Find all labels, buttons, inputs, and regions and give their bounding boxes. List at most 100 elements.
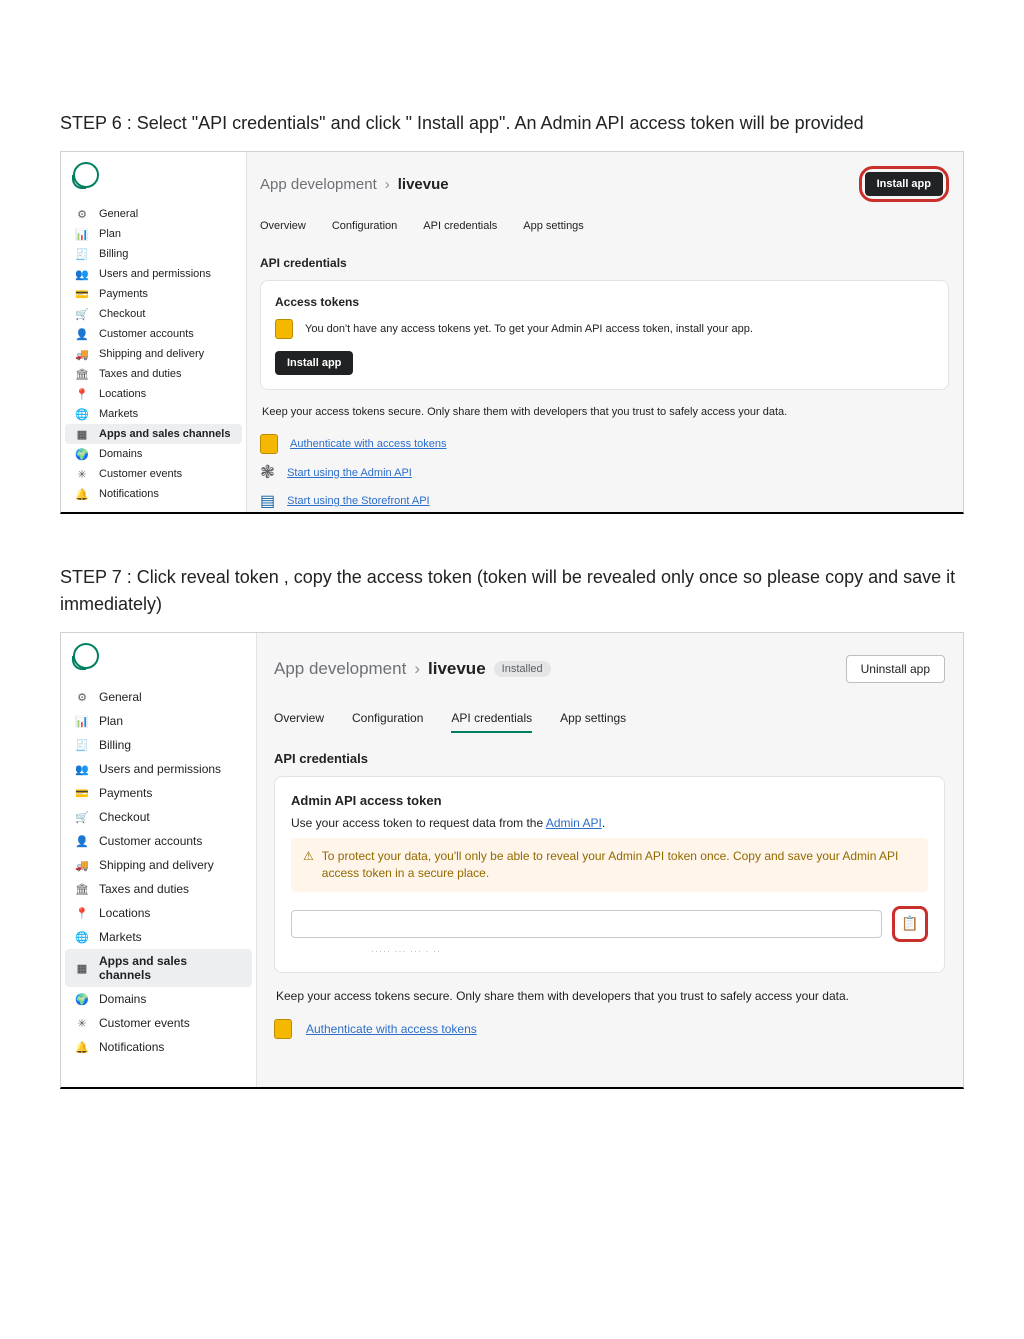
nav-label: Shipping and delivery: [99, 348, 204, 360]
token-icon: [260, 434, 278, 454]
nav-label: Users and permissions: [99, 762, 221, 776]
token-field[interactable]: [291, 910, 882, 938]
breadcrumb: App development › livevue Installed: [274, 659, 551, 679]
nav-icon: 🌐: [75, 407, 89, 421]
nav-label: Markets: [99, 930, 142, 944]
nav-icon: 🌍: [75, 447, 89, 461]
blurred-text: ····· ··· ··· · ··: [371, 946, 928, 956]
link-admin-api-inline[interactable]: Admin API: [546, 816, 602, 830]
card-desc-a: Use your access token to request data fr…: [291, 816, 546, 830]
sidebar-item-notifications[interactable]: 🔔Notifications: [61, 1035, 256, 1059]
install-app-button-card[interactable]: Install app: [275, 351, 353, 375]
nav-label: Checkout: [99, 308, 145, 320]
sidebar-item-general[interactable]: ⚙ General: [61, 685, 256, 709]
sidebar-item-customer-events[interactable]: ✳Customer events: [61, 464, 246, 484]
nav-label: Payments: [99, 786, 152, 800]
warning-text: To protect your data, you'll only be abl…: [322, 848, 916, 882]
sidebar-item-checkout[interactable]: 🛒Checkout: [61, 304, 246, 324]
nav-label: Customer events: [99, 468, 182, 480]
nav-icon: 💳: [75, 786, 89, 800]
sidebar-item-payments[interactable]: 💳 Payments: [61, 781, 256, 805]
sidebar-item-taxes-and-duties[interactable]: 🏛Taxes and duties: [61, 364, 246, 384]
sidebar-item-customer-accounts[interactable]: 👤Customer accounts: [61, 829, 256, 853]
breadcrumb-root[interactable]: App development: [274, 659, 406, 679]
nav-label: Notifications: [99, 488, 159, 500]
nav-label: Payments: [99, 288, 148, 300]
sidebar-item-plan[interactable]: 📊 Plan: [61, 224, 246, 244]
tab-overview[interactable]: Overview: [260, 220, 306, 238]
access-tokens-card: Access tokens You don't have any access …: [260, 280, 949, 390]
sidebar: ⚙General 📊 Plan 🧾Billing👥Users and permissi…: [61, 152, 247, 512]
link-storefront-api[interactable]: Start using the Storefront API: [287, 495, 429, 507]
sidebar-item-plan[interactable]: 📊Plan: [61, 709, 256, 733]
link-authenticate[interactable]: Authenticate with access tokens: [290, 438, 447, 450]
card-desc-b: .: [602, 816, 605, 830]
nav-icon: ⚙: [75, 690, 89, 704]
sidebar-item-checkout[interactable]: 🛒Checkout: [61, 805, 256, 829]
token-icon: [275, 319, 293, 339]
section-title: API credentials: [274, 751, 945, 766]
link-admin-api[interactable]: Start using the Admin API: [287, 467, 412, 479]
sidebar-item-taxes-and-duties[interactable]: 🏛Taxes and duties: [61, 877, 256, 901]
tab-api-credentials[interactable]: API credentials: [423, 220, 497, 238]
sidebar-item-customer-accounts[interactable]: 👤Customer accounts: [61, 324, 246, 344]
sidebar-item-markets[interactable]: 🌐Markets: [61, 404, 246, 424]
sidebar-item-users-and-permissions[interactable]: 👥Users and permissions: [61, 757, 256, 781]
nav-label: Shipping and delivery: [99, 858, 214, 872]
nav-icon: 📊: [75, 714, 89, 728]
nav-label: Users and permissions: [99, 268, 211, 280]
sidebar-item-apps-and-sales-channels[interactable]: ▦Apps and sales channels: [65, 424, 242, 444]
nav-icon: 🔔: [75, 487, 89, 501]
breadcrumb-root[interactable]: App development: [260, 176, 377, 193]
storefront-icon: ▤: [260, 491, 275, 511]
sidebar-item-shipping-and-delivery[interactable]: 🚚Shipping and delivery: [61, 853, 256, 877]
tab-app-settings[interactable]: App settings: [560, 711, 626, 733]
shopify-icon: [73, 162, 99, 188]
nav-label: Plan: [99, 228, 121, 240]
sidebar-item-general[interactable]: ⚙General: [61, 204, 246, 224]
sidebar-item-locations[interactable]: 📍Locations: [61, 901, 256, 925]
nav-label: Checkout: [99, 810, 150, 824]
nav-icon: 📊: [75, 227, 89, 241]
sidebar-item-billing[interactable]: 🧾Billing: [61, 733, 256, 757]
sidebar-item-domains[interactable]: 🌍Domains: [61, 444, 246, 464]
sidebar-item-customer-events[interactable]: ✳Customer events: [61, 1011, 256, 1035]
card-title: Admin API access token: [291, 793, 928, 808]
breadcrumb-app: livevue: [398, 176, 449, 193]
tab-app-settings[interactable]: App settings: [523, 220, 584, 238]
step-7-text: STEP 7 : Click reveal token , copy the a…: [60, 564, 964, 618]
nav-icon: 🚚: [75, 347, 89, 361]
sidebar-item-domains[interactable]: 🌍Domains: [61, 987, 256, 1011]
sidebar-item-billing[interactable]: 🧾Billing: [61, 244, 246, 264]
screenshot-step-7: ⚙ General 📊Plan🧾Billing👥Users and permissi…: [60, 632, 964, 1089]
sidebar-item-users-and-permissions[interactable]: 👥Users and permissions: [61, 264, 246, 284]
card-subhead: Access tokens: [275, 295, 934, 309]
nav-label: Taxes and duties: [99, 368, 182, 380]
nav-label: Notifications: [99, 1040, 164, 1054]
sidebar-item-apps-and-sales-channels[interactable]: ▦Apps and sales channels: [65, 949, 252, 987]
breadcrumb-app: livevue: [428, 659, 486, 679]
link-authenticate[interactable]: Authenticate with access tokens: [306, 1022, 477, 1036]
tab-api-credentials[interactable]: API credentials: [451, 711, 532, 733]
sidebar-item-shipping-and-delivery[interactable]: 🚚 Shipping and delivery: [61, 344, 246, 364]
security-note: Keep your access tokens secure. Only sha…: [262, 406, 947, 418]
tab-configuration[interactable]: Configuration: [332, 220, 397, 238]
sidebar-item-payments[interactable]: 💳Payments: [61, 284, 246, 304]
security-note: Keep your access tokens secure. Only sha…: [276, 989, 943, 1003]
nav-icon: ▦: [75, 961, 89, 975]
warning-banner: ⚠ To protect your data, you'll only be a…: [291, 838, 928, 892]
copy-token-button[interactable]: 📋: [892, 906, 928, 942]
install-app-button[interactable]: Install app: [865, 172, 943, 196]
nav-icon: 👤: [75, 327, 89, 341]
nav-label: Apps and sales channels: [99, 428, 230, 440]
sidebar-item-markets[interactable]: 🌐Markets: [61, 925, 256, 949]
nav-label: General: [99, 690, 142, 704]
sidebar-item-locations[interactable]: 📍Locations: [61, 384, 246, 404]
nav-label: Customer events: [99, 1016, 190, 1030]
gear-icon: ❃: [260, 462, 275, 483]
tab-overview[interactable]: Overview: [274, 711, 324, 733]
nav-icon: 📍: [75, 906, 89, 920]
sidebar-item-notifications[interactable]: 🔔 Notifications: [61, 484, 246, 504]
tab-configuration[interactable]: Configuration: [352, 711, 423, 733]
uninstall-app-button[interactable]: Uninstall app: [846, 655, 945, 683]
